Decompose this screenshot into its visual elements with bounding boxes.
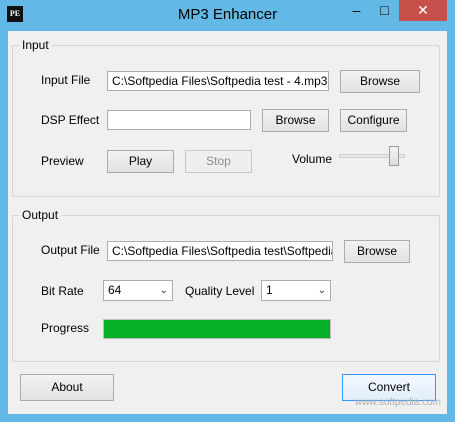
- dsp-effect-field[interactable]: [107, 110, 251, 130]
- preview-label: Preview: [41, 154, 84, 168]
- maximize-button[interactable]: □: [371, 0, 398, 21]
- close-button[interactable]: ✕: [399, 0, 447, 21]
- volume-slider[interactable]: [339, 145, 405, 167]
- quality-level-value: 1: [266, 283, 273, 297]
- app-window: PE MP3 Enhancer – □ ✕ Input Input File C…: [0, 0, 455, 422]
- quality-level-select[interactable]: 1 ⌄: [261, 280, 331, 301]
- chevron-down-icon: ⌄: [159, 285, 168, 296]
- input-group: Input Input File C:\Softpedia Files\Soft…: [12, 38, 440, 197]
- play-button[interactable]: Play: [107, 150, 174, 173]
- input-browse-button[interactable]: Browse: [340, 70, 420, 93]
- minimize-button[interactable]: –: [343, 0, 370, 21]
- output-file-field[interactable]: C:\Softpedia Files\Softpedia test\Softpe…: [107, 241, 333, 261]
- output-file-label: Output File: [41, 243, 100, 257]
- stop-button[interactable]: Stop: [185, 150, 252, 173]
- quality-level-label: Quality Level: [185, 284, 255, 298]
- progress-bar-fill: [104, 320, 330, 338]
- output-group: Output Output File C:\Softpedia Files\So…: [12, 208, 440, 362]
- chevron-down-icon: ⌄: [317, 285, 326, 296]
- bit-rate-select[interactable]: 64 ⌄: [103, 280, 173, 301]
- input-group-title: Input: [19, 38, 52, 52]
- about-button[interactable]: About: [20, 374, 114, 401]
- progress-bar: [103, 319, 331, 339]
- input-file-field[interactable]: C:\Softpedia Files\Softpedia test - 4.mp…: [107, 71, 329, 91]
- progress-label: Progress: [41, 321, 90, 335]
- output-group-title: Output: [19, 208, 62, 222]
- input-file-label: Input File: [41, 73, 91, 87]
- volume-label: Volume: [292, 152, 333, 166]
- bit-rate-value: 64: [108, 283, 122, 297]
- client-area: Input Input File C:\Softpedia Files\Soft…: [8, 31, 447, 414]
- dsp-browse-button[interactable]: Browse: [262, 109, 329, 132]
- title-bar[interactable]: PE MP3 Enhancer – □ ✕: [0, 0, 455, 31]
- watermark: www.softpedia.com: [354, 397, 441, 408]
- configure-button[interactable]: Configure: [340, 109, 407, 132]
- output-browse-button[interactable]: Browse: [344, 240, 410, 263]
- volume-slider-thumb[interactable]: [389, 146, 399, 166]
- dsp-effect-label: DSP Effect: [41, 113, 100, 127]
- bit-rate-label: Bit Rate: [41, 284, 84, 298]
